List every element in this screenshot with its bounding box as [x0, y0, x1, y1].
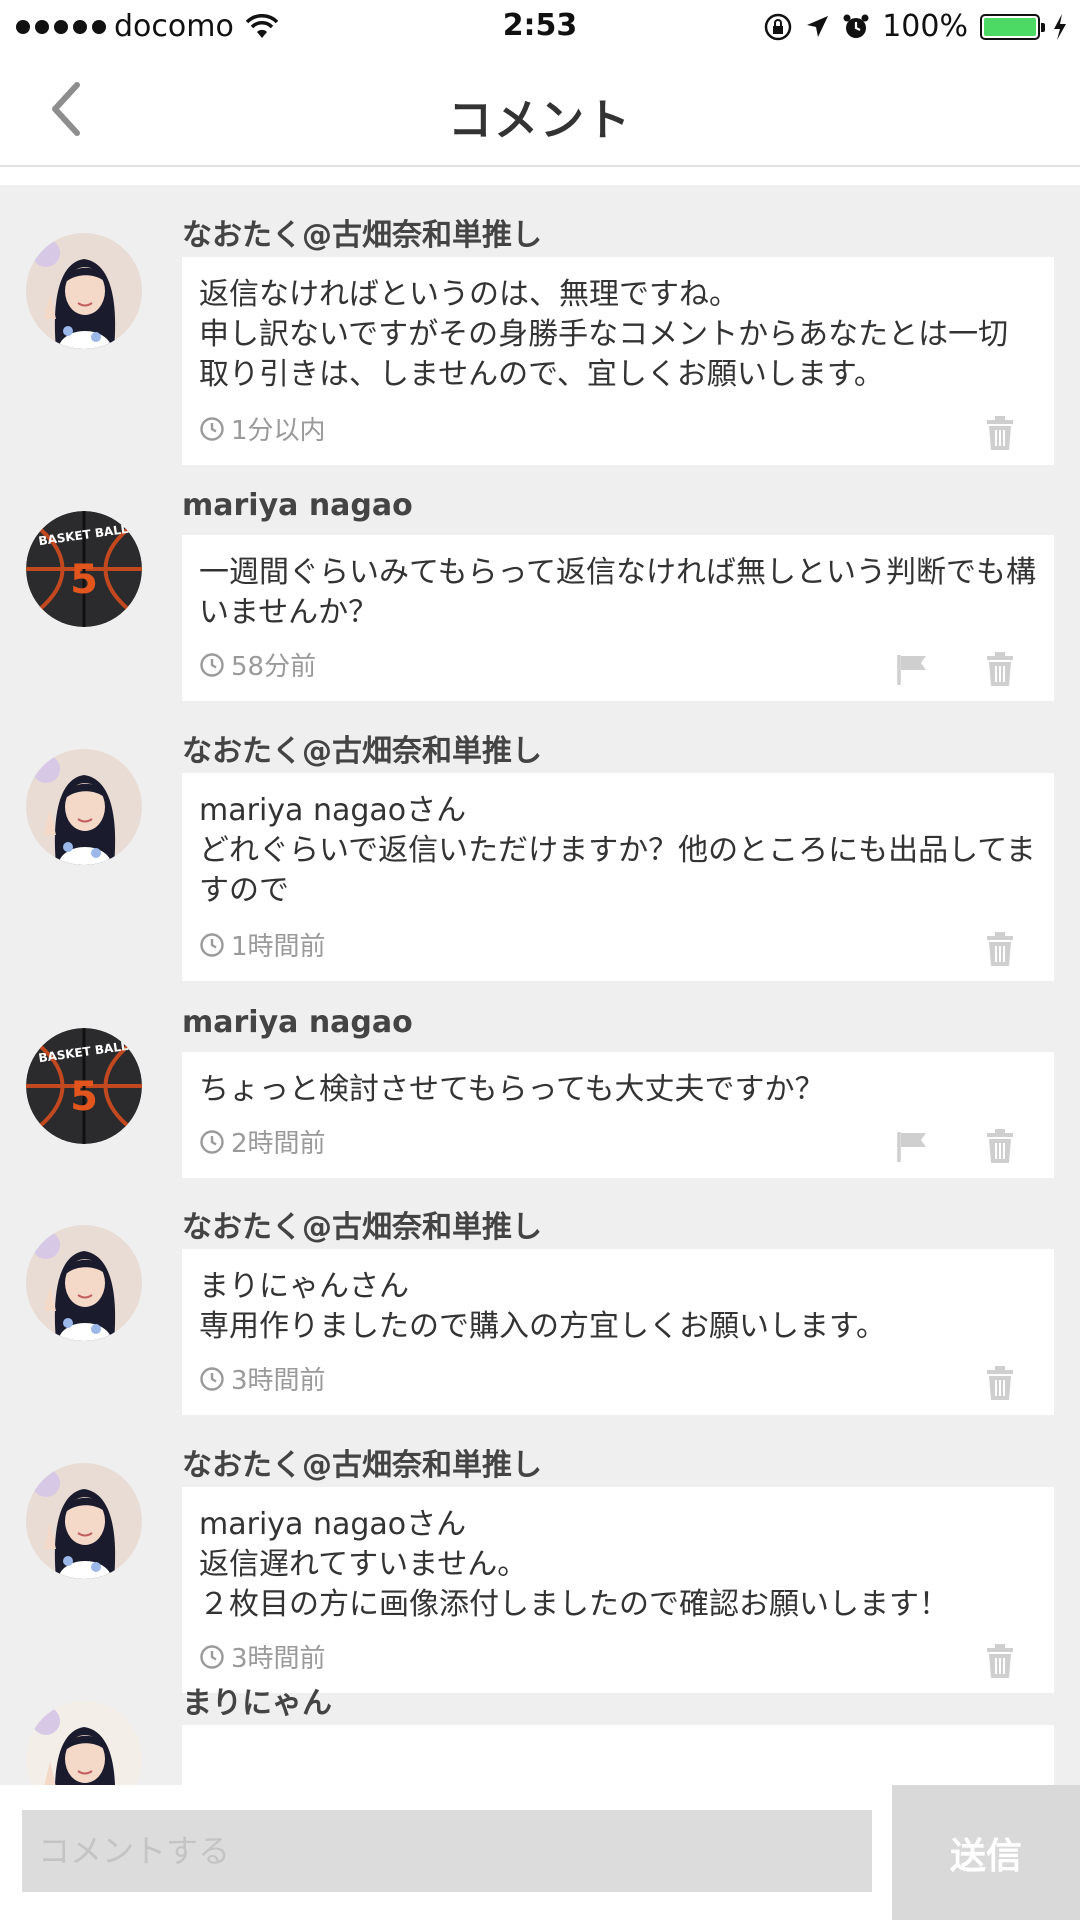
comment-item: BASKET BALL 5 mariya nagao 一週間ぐらいみてもらって返信…	[0, 463, 1080, 704]
comment-bubble: 一週間ぐらいみてもらって返信なければ無しという判断でも構いませんか？ 58分前	[182, 535, 1054, 701]
comment-bubble: 返信なければというのは、無理ですね。 申し訳ないですがその身勝手なコメントからあ…	[182, 257, 1054, 465]
user-avatar[interactable]	[26, 749, 142, 865]
battery-percent: 100%	[882, 9, 968, 44]
user-avatar[interactable]	[26, 1701, 142, 1785]
comment-timestamp: 3時間前	[199, 1360, 326, 1397]
comment-username[interactable]: なおたく@古畑奈和単推し	[182, 1440, 542, 1484]
trash-icon[interactable]	[982, 651, 1018, 687]
battery-icon	[980, 13, 1045, 40]
comment-input-bar: 送信	[0, 1785, 1080, 1920]
user-avatar[interactable]: BASKET BALL 5	[26, 1028, 142, 1144]
comment-username[interactable]: まりにゃん	[182, 1678, 332, 1722]
timestamp-text: 1時間前	[231, 932, 326, 962]
trash-icon[interactable]	[982, 1365, 1018, 1401]
navigation-bar: コメント	[0, 52, 1080, 167]
comment-timestamp: 58分前	[199, 646, 316, 683]
comment-text: mariya nagaoさん どれぐらいで返信いただけますか？他のところにも出品…	[199, 793, 1036, 908]
charging-bolt-icon	[1054, 13, 1066, 40]
clock-icon	[199, 1366, 231, 1392]
comment-item: なおたく@古畑奈和単推し まりにゃんさん 専用作りましたので購入の方宜しくお願いし…	[0, 1177, 1080, 1418]
comment-timestamp: 1分以内	[199, 410, 326, 447]
comment-bubble	[182, 1725, 1054, 1785]
comment-timestamp: 2時間前	[199, 1123, 326, 1160]
comment-list[interactable]: なおたく@古畑奈和単推し返信なければというのは、無理ですね。 申し訳ないですがそ…	[0, 185, 1080, 1785]
comment-item: なおたく@古畑奈和単推し mariya nagaoさん どれぐらいで返信いただけま…	[0, 701, 1080, 984]
user-avatar[interactable]	[26, 1463, 142, 1579]
comment-timestamp: 1時間前	[199, 926, 326, 963]
trash-icon[interactable]	[982, 415, 1018, 451]
flag-icon[interactable]	[894, 1128, 930, 1164]
timestamp-text: 1分以内	[231, 416, 326, 446]
comment-item: BASKET BALL 5 mariya nagao ちょっと検討させてもらっても…	[0, 980, 1080, 1181]
svg-text:5: 5	[70, 557, 98, 603]
comment-username[interactable]: なおたく@古畑奈和単推し	[182, 210, 542, 254]
clock-icon	[199, 416, 231, 442]
comment-username[interactable]: mariya nagao	[182, 1005, 413, 1040]
comment-text: 一週間ぐらいみてもらって返信なければ無しという判断でも構いませんか？	[199, 555, 1036, 630]
comment-username[interactable]: なおたく@古畑奈和単推し	[182, 1202, 542, 1246]
comment-item: まりにゃん	[0, 1653, 1080, 1785]
comment-text: 返信なければというのは、無理ですね。 申し訳ないですがその身勝手なコメントからあ…	[199, 277, 1009, 392]
comment-text: mariya nagaoさん 返信遅れてすいません。 ２枚目の方に画像添付しまし…	[199, 1507, 949, 1622]
status-bar: docomo 2:53 100%	[0, 0, 1080, 52]
svg-text:5: 5	[70, 1074, 98, 1120]
orientation-lock-icon	[764, 13, 792, 40]
comment-bubble: mariya nagaoさん どれぐらいで返信いただけますか？他のところにも出品…	[182, 773, 1054, 981]
user-avatar[interactable]	[26, 233, 142, 349]
user-avatar[interactable]: BASKET BALL 5	[26, 511, 142, 627]
trash-icon[interactable]	[982, 1128, 1018, 1164]
trash-icon[interactable]	[982, 931, 1018, 967]
comment-username[interactable]: mariya nagao	[182, 488, 413, 523]
comment-username[interactable]: なおたく@古畑奈和単推し	[182, 726, 542, 770]
page-title: コメント	[448, 95, 632, 146]
alarm-icon	[843, 14, 869, 38]
comment-text: まりにゃんさん 専用作りましたので購入の方宜しくお願いします。	[199, 1269, 886, 1344]
comment-item: なおたく@古畑奈和単推し返信なければというのは、無理ですね。 申し訳ないですがそ…	[0, 185, 1080, 468]
location-arrow-icon	[807, 15, 829, 37]
user-avatar[interactable]	[26, 1225, 142, 1341]
timestamp-text: 58分前	[231, 652, 317, 682]
clock-icon	[199, 932, 231, 958]
flag-icon[interactable]	[894, 651, 930, 687]
comment-bubble: まりにゃんさん 専用作りましたので購入の方宜しくお願いします。 3時間前	[182, 1249, 1054, 1415]
comment-text: ちょっと検討させてもらっても大丈夫ですか？	[199, 1072, 825, 1107]
send-button[interactable]: 送信	[892, 1785, 1080, 1920]
clock-icon	[199, 652, 231, 678]
comment-input[interactable]	[22, 1810, 872, 1892]
clock-icon	[199, 1129, 231, 1155]
comment-bubble: ちょっと検討させてもらっても大丈夫ですか？ 2時間前	[182, 1052, 1054, 1178]
timestamp-text: 3時間前	[231, 1366, 326, 1396]
timestamp-text: 2時間前	[231, 1129, 326, 1159]
